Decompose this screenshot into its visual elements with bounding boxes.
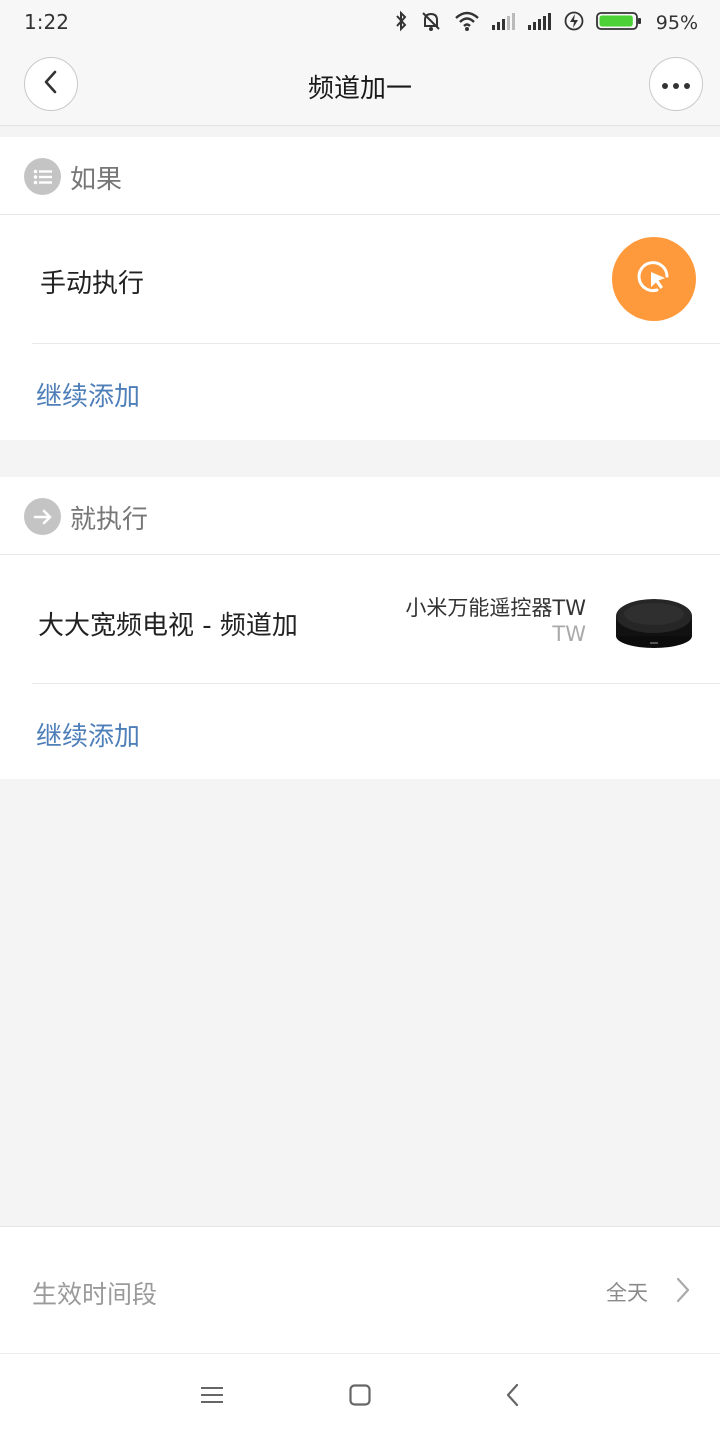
more-button[interactable] (649, 57, 703, 111)
back-icon (505, 1383, 519, 1411)
system-back-button[interactable] (496, 1381, 528, 1413)
status-icons: 95% (394, 8, 698, 38)
divider (32, 343, 720, 344)
if-section-title: 如果 (70, 165, 123, 195)
list-icon (24, 158, 61, 195)
device-name: 小米万能遥控器TW (405, 596, 586, 620)
charging-icon (564, 11, 584, 35)
page-title: 频道加一 (307, 74, 412, 104)
action-row[interactable]: 大大宽频电视 - 频道加 小米万能遥控器TW TW (0, 556, 720, 683)
click-pointer-icon (631, 254, 677, 304)
menu-icon (201, 1386, 223, 1408)
battery-icon (595, 11, 642, 35)
menu-button[interactable] (196, 1381, 228, 1413)
home-button[interactable] (344, 1381, 376, 1413)
device-room: TW (552, 622, 586, 646)
add-condition-link[interactable]: 继续添加 (36, 376, 140, 413)
if-section: 如果 手动执行 继续添加 (0, 137, 720, 440)
time-period-row[interactable]: 生效时间段 全天 (0, 1226, 720, 1354)
signal-icon (491, 12, 516, 34)
condition-row[interactable]: 手动执行 (0, 216, 720, 343)
navigation-bar (0, 1354, 720, 1440)
condition-label: 手动执行 (40, 269, 145, 299)
then-section: 就执行 大大宽频电视 - 频道加 小米万能遥控器TW TW 继续添加 (0, 477, 720, 779)
action-label: 大大宽频电视 - 频道加 (38, 611, 298, 641)
add-action-link[interactable]: 继续添加 (36, 716, 140, 753)
bluetooth-icon (394, 10, 408, 36)
status-bar: 1:22 95% (0, 0, 720, 48)
chevron-right-icon (676, 1277, 690, 1307)
header: 频道加一 (0, 48, 720, 126)
manual-trigger-button[interactable] (612, 237, 696, 321)
mute-icon (420, 10, 442, 36)
signal-icon (527, 12, 552, 34)
then-section-title: 就执行 (70, 505, 149, 535)
home-icon (349, 1384, 371, 1410)
divider (32, 683, 720, 684)
time-period-label: 生效时间段 (32, 1280, 158, 1309)
more-icon (661, 75, 691, 94)
battery-percentage: 95% (655, 12, 698, 34)
remote-controller-image (614, 592, 694, 650)
arrow-right-icon (24, 498, 61, 535)
status-time: 1:22 (24, 10, 69, 34)
time-period-value: 全天 (606, 1281, 648, 1305)
if-section-header: 如果 (0, 137, 720, 215)
then-section-header: 就执行 (0, 477, 720, 555)
wifi-icon (454, 10, 480, 36)
